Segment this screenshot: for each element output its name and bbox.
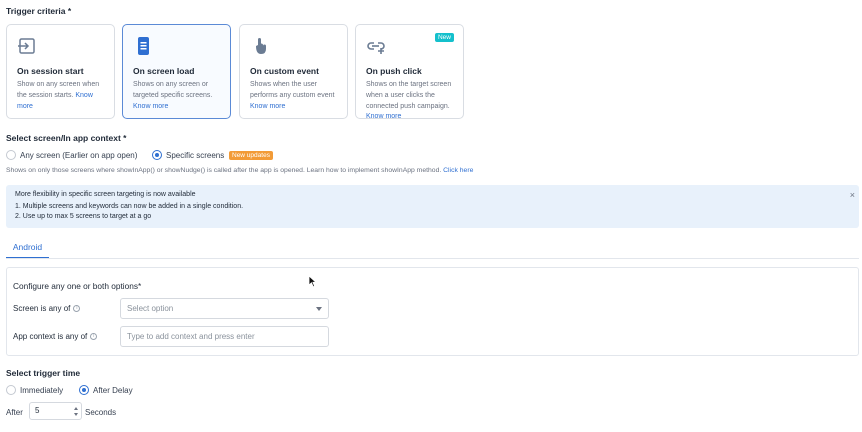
app-context-label: App context is any of i <box>13 332 98 341</box>
after-label: After <box>6 408 23 417</box>
context-helper-text: Shows on only those screens where showIn… <box>6 167 474 174</box>
banner-title: More flexibility in specific screen targ… <box>15 191 196 198</box>
mouse-cursor-icon <box>308 275 317 288</box>
card-push-click[interactable]: New On push click Shows on the target sc… <box>355 24 464 120</box>
screen-context-title: Select screen/In app context * <box>6 133 127 143</box>
delay-stepper[interactable]: 5 <box>29 402 82 420</box>
config-title: Configure any one or both options* <box>13 281 142 291</box>
radio-specific-screens-label[interactable]: Specific screens <box>166 151 224 160</box>
radio-specific-screens[interactable] <box>152 150 162 160</box>
info-icon[interactable]: i <box>90 333 98 341</box>
card-title: On custom event <box>250 66 319 76</box>
click-here-link[interactable]: Click here <box>443 167 473 174</box>
know-more-link[interactable]: Know more <box>250 103 285 110</box>
radio-any-screen[interactable] <box>6 150 16 160</box>
push-link-icon <box>367 42 385 54</box>
info-icon[interactable]: i <box>73 305 81 313</box>
card-title: On screen load <box>133 66 195 76</box>
app-context-input[interactable]: Type to add context and press enter <box>120 326 329 347</box>
trigger-criteria-title: Trigger criteria * <box>6 6 72 16</box>
tab-divider <box>6 258 859 259</box>
seconds-label: Seconds <box>85 408 117 417</box>
session-start-icon <box>18 38 35 54</box>
screen-load-icon <box>138 37 149 55</box>
new-badge: New <box>434 33 454 42</box>
know-more-link[interactable]: Know more <box>133 103 168 110</box>
radio-immediately[interactable] <box>6 385 16 395</box>
tap-hand-icon <box>256 38 266 54</box>
close-icon[interactable]: × <box>850 190 855 200</box>
app-context-placeholder: Type to add context and press enter <box>127 332 255 341</box>
card-description: Shows when the user performs any custom … <box>250 81 335 110</box>
new-updates-badge: New updates <box>229 151 273 160</box>
chevron-down-icon <box>316 307 322 311</box>
trigger-time-title: Select trigger time <box>6 368 81 378</box>
tab-android[interactable]: Android <box>6 240 49 259</box>
banner-line-2: 2. Use up to max 5 screens to target at … <box>15 212 152 220</box>
radio-after-delay-label[interactable]: After Delay <box>93 386 133 395</box>
card-title: On session start <box>17 66 84 76</box>
screen-select[interactable]: Select option <box>120 298 329 319</box>
increment-icon[interactable] <box>74 407 78 410</box>
info-banner: More flexibility in specific screen targ… <box>6 185 859 228</box>
card-description: Shows on the target screen when a user c… <box>366 81 452 121</box>
banner-line-1: 1. Multiple screens and keywords can now… <box>15 203 244 210</box>
card-description: Shows on any screen or targeted specific… <box>133 81 213 110</box>
radio-immediately-label[interactable]: Immediately <box>20 386 63 395</box>
decrement-icon[interactable] <box>74 413 78 416</box>
screen-select-placeholder: Select option <box>127 304 174 313</box>
card-custom-event[interactable]: On custom event Shows when the user perf… <box>239 24 348 119</box>
radio-after-delay[interactable] <box>79 385 89 395</box>
know-more-link[interactable]: Know more <box>366 113 401 120</box>
card-screen-load[interactable]: On screen load Shows on any screen or ta… <box>122 24 231 119</box>
card-session-start[interactable]: On session start Show on any screen when… <box>6 24 115 119</box>
radio-any-screen-label[interactable]: Any screen (Earlier on app open) <box>20 151 137 160</box>
card-title: On push click <box>366 66 422 76</box>
delay-value: 5 <box>35 406 40 415</box>
screen-label: Screen is any of i <box>13 304 81 313</box>
card-description: Show on any screen when the session star… <box>17 81 100 110</box>
